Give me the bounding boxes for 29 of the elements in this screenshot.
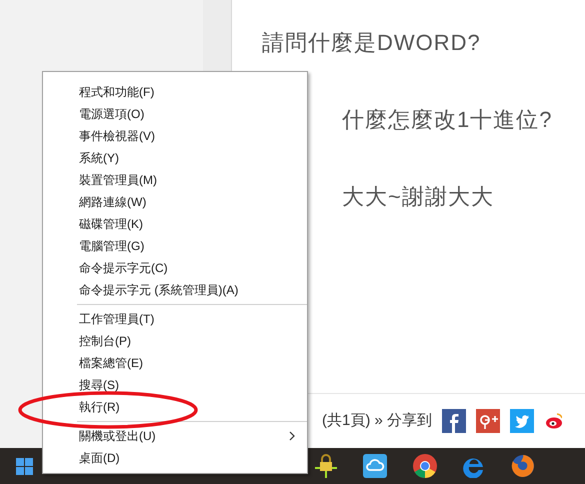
menu-item[interactable]: 程式和功能(F) <box>43 81 307 103</box>
fox-globe-icon[interactable] <box>511 454 535 478</box>
menu-item[interactable]: 搜尋(S) <box>43 374 307 396</box>
menu-item[interactable]: 磁碟管理(K) <box>43 213 307 235</box>
menu-item[interactable]: 工作管理員(T) <box>43 308 307 330</box>
cloud-app-icon[interactable] <box>363 454 387 478</box>
pager-text: (共1頁) » 分享到 <box>322 410 432 431</box>
menu-item[interactable]: 執行(R) <box>43 396 307 418</box>
bird-icon[interactable] <box>510 409 534 433</box>
menu-item[interactable]: 裝置管理員(M) <box>43 169 307 191</box>
menu-item[interactable]: 事件檢視器(V) <box>43 125 307 147</box>
post-text: 什麼怎麼改1十進位? <box>341 106 554 134</box>
padlock-icon[interactable] <box>315 454 337 478</box>
facebook-icon[interactable] <box>442 409 466 433</box>
menu-item[interactable]: 系統(Y) <box>43 147 307 169</box>
post-text: 大大~謝謝大大 <box>341 183 495 211</box>
menu-item[interactable]: 關機或登出(U) <box>43 425 307 447</box>
windows-logo-icon[interactable] <box>16 458 33 474</box>
menu-item[interactable]: 命令提示字元 (系統管理員)(A) <box>43 279 307 301</box>
browser-ball-icon[interactable] <box>413 454 437 478</box>
menu-item[interactable]: 電腦管理(G) <box>43 235 307 257</box>
menu-item[interactable]: 網路連線(W) <box>43 191 307 213</box>
post-text: 請問什麼是DWORD? <box>262 29 482 57</box>
menu-item[interactable]: 桌面(D) <box>43 447 307 469</box>
google-plus-icon[interactable] <box>476 409 500 433</box>
menu-item[interactable]: 電源選項(O) <box>43 103 307 125</box>
menu-item[interactable]: 檔案總管(E) <box>43 352 307 374</box>
menu-item[interactable]: 控制台(P) <box>43 330 307 352</box>
menu-item[interactable]: 命令提示字元(C) <box>43 257 307 279</box>
